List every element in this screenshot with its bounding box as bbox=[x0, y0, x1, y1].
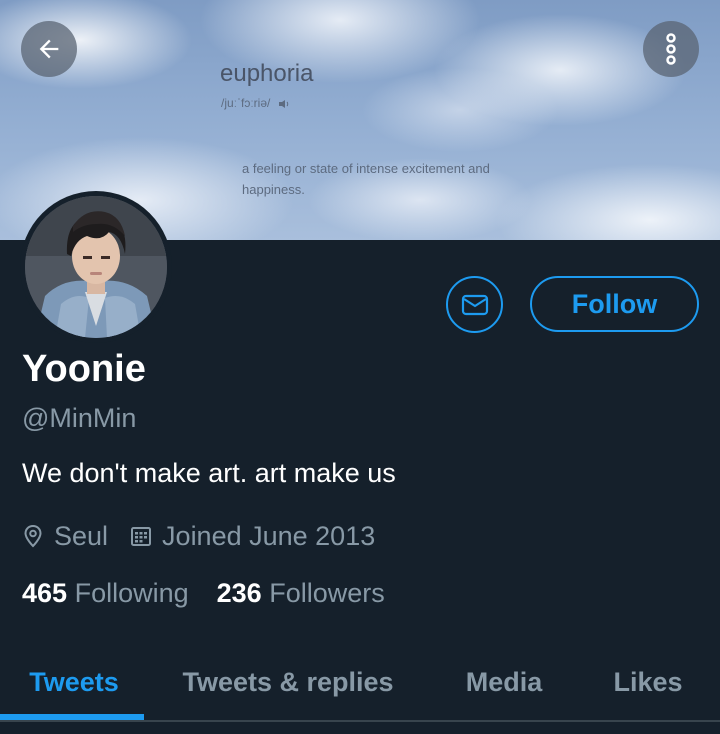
banner-definition: a feeling or state of intense excitement… bbox=[242, 161, 490, 197]
back-button[interactable] bbox=[21, 21, 77, 77]
tab-likes[interactable]: Likes bbox=[590, 642, 706, 722]
display-name: Yoonie bbox=[22, 348, 146, 390]
avatar[interactable] bbox=[20, 191, 172, 343]
followers-count: 236 bbox=[216, 578, 262, 608]
more-vertical-icon bbox=[666, 33, 676, 65]
user-handle: @MinMin bbox=[22, 403, 137, 433]
followers-label: Followers bbox=[269, 578, 385, 608]
profile-meta: Seul Joined June 2013 bbox=[22, 518, 397, 554]
avatar-photo bbox=[25, 196, 167, 338]
location-pin-icon bbox=[24, 524, 42, 548]
banner-word: euphoria bbox=[220, 60, 314, 87]
tab-tweets[interactable]: Tweets bbox=[0, 642, 148, 722]
more-options-button[interactable] bbox=[643, 21, 699, 77]
bio: We don't make art. art make us bbox=[22, 458, 396, 488]
follow-button[interactable]: Follow bbox=[530, 276, 699, 332]
message-button[interactable] bbox=[446, 276, 503, 333]
following-count: 465 bbox=[22, 578, 68, 608]
follow-stats: 465 Following 236 Followers bbox=[22, 578, 413, 609]
arrow-left-icon bbox=[39, 39, 59, 59]
followers-link[interactable]: 236 Followers bbox=[217, 578, 385, 609]
following-link[interactable]: 465 Following bbox=[22, 578, 189, 609]
content-area-top bbox=[0, 722, 720, 734]
following-label: Following bbox=[74, 578, 189, 608]
speaker-icon bbox=[278, 99, 288, 108]
location-text: Seul bbox=[54, 520, 109, 551]
joined-text: Joined June 2013 bbox=[162, 520, 376, 551]
profile-tabs: Tweets Tweets & replies Media Likes bbox=[0, 642, 720, 722]
tab-tweets-replies[interactable]: Tweets & replies bbox=[160, 642, 416, 722]
join-date: Joined June 2013 bbox=[130, 521, 375, 552]
banner-phonetic: /juːˈfɔːriə/ bbox=[221, 96, 290, 110]
location: Seul bbox=[22, 521, 108, 552]
mail-icon bbox=[461, 294, 488, 315]
avatar-image bbox=[25, 196, 167, 338]
calendar-icon bbox=[131, 527, 152, 546]
tab-media[interactable]: Media bbox=[440, 642, 568, 722]
